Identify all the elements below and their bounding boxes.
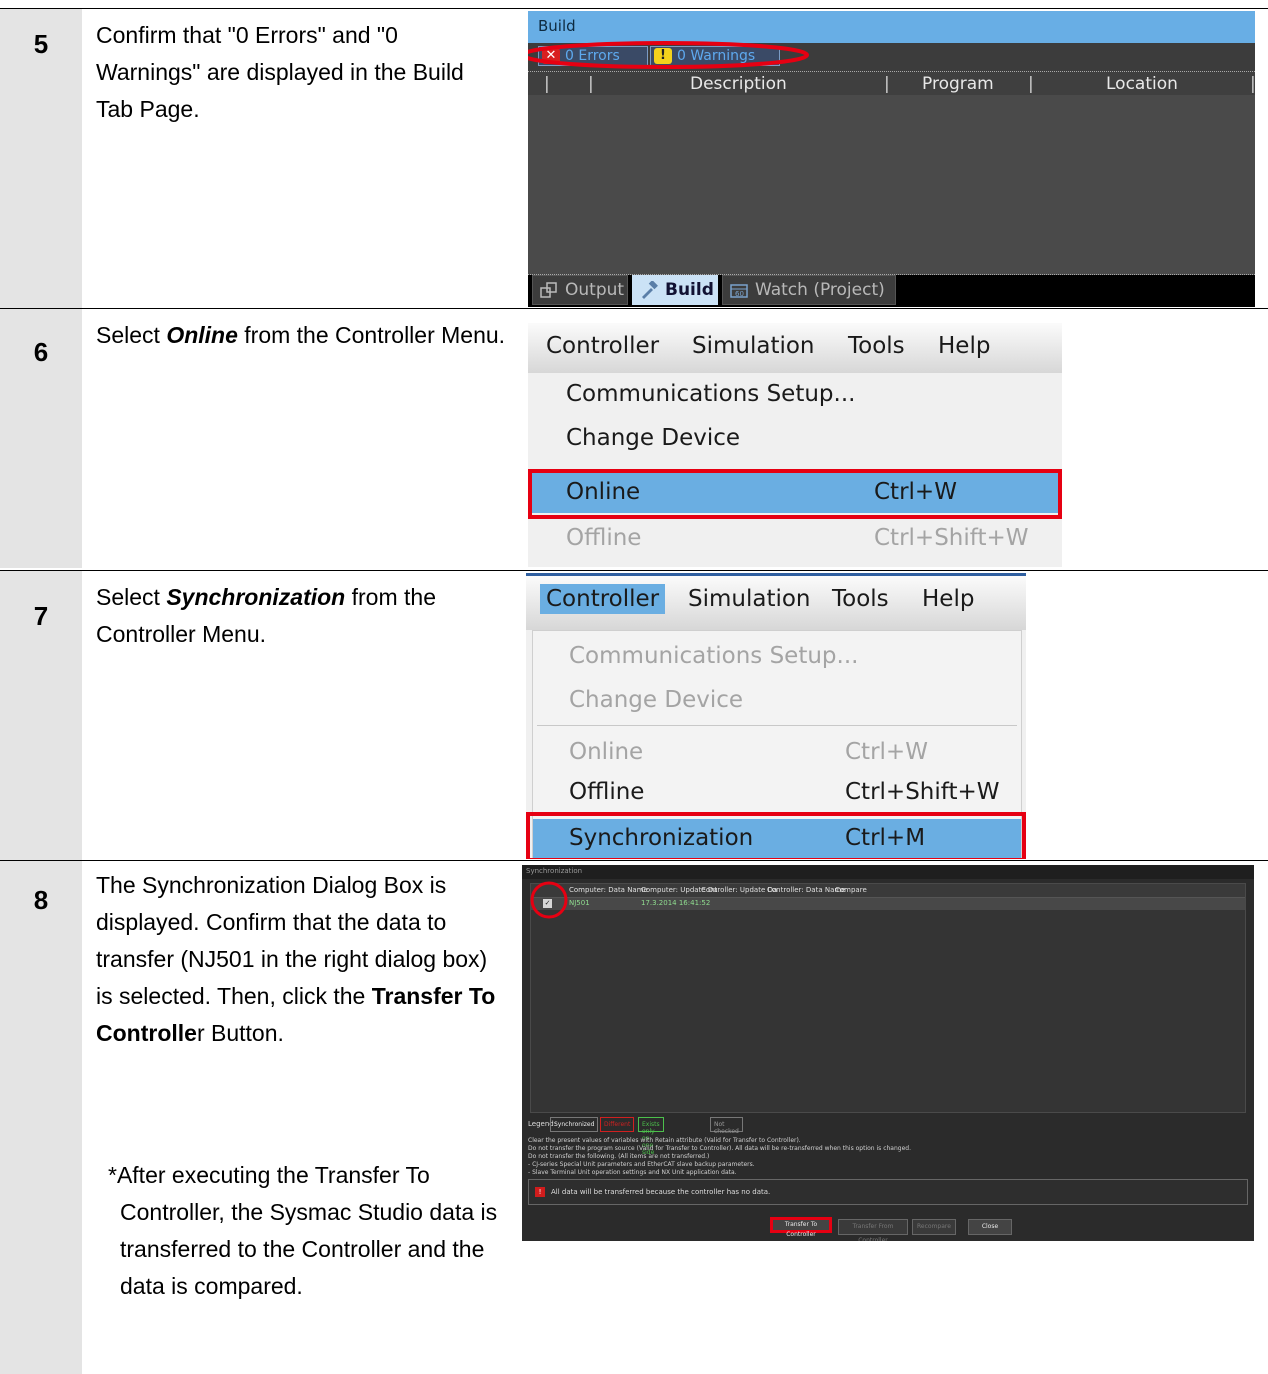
- step-text-emphasis: Synchronization: [166, 584, 346, 610]
- menu-item-online[interactable]: Online Ctrl+W: [533, 733, 1021, 773]
- build-pane-screenshot: Build ✕ 0 Errors ! 0 Warnings | | Descri…: [528, 11, 1255, 307]
- legend-different: Different: [600, 1117, 635, 1132]
- highlight-box: [528, 469, 1062, 519]
- build-results-area: [528, 95, 1255, 275]
- step-number: 7: [33, 601, 49, 631]
- step-text-button-tail: r Button.: [196, 1020, 284, 1046]
- menubar-simulation[interactable]: Simulation: [692, 333, 815, 359]
- menubar-help[interactable]: Help: [938, 333, 990, 359]
- menubar-simulation[interactable]: Simulation: [688, 586, 811, 612]
- step-description: Select Synchronization from the Controll…: [96, 579, 506, 653]
- dialog-title: Synchronization: [522, 865, 1254, 879]
- option-sub-item: - CJ-series Special Unit parameters and …: [528, 1161, 755, 1168]
- highlight-circle: [530, 881, 568, 919]
- highlight-ellipse: [528, 41, 809, 69]
- menu-item-communications-setup[interactable]: Communications Setup...: [528, 375, 1062, 415]
- menu-separator: [537, 725, 1017, 726]
- menubar-controller[interactable]: Controller: [540, 584, 666, 614]
- legend-one-side: Exists only on one side: [638, 1117, 664, 1156]
- highlight-box: [526, 812, 1026, 859]
- step-description: The Synchronization Dialog Box is displa…: [96, 867, 506, 1052]
- row-data-name: NJ501: [569, 899, 590, 907]
- step-row-6: 6 Select Online from the Controller Menu…: [0, 308, 1268, 568]
- step-row-8: 8 The Synchronization Dialog Box is disp…: [0, 860, 1268, 1374]
- transfer-to-controller-button[interactable]: Transfer To Controller: [770, 1217, 832, 1238]
- menu-item-communications-setup[interactable]: Communications Setup...: [533, 637, 1021, 677]
- step-row-7: 7 Select Synchronization from the Contro…: [0, 570, 1268, 860]
- controller-menu-screenshot: Controller Simulation Tools Help Communi…: [528, 323, 1062, 567]
- row-computer-update: 17.3.2014 16:41:52: [641, 899, 711, 907]
- menubar-tools[interactable]: Tools: [848, 333, 905, 359]
- sync-options: Clear the present values of variables wi…: [528, 1137, 1244, 1177]
- build-toolbar: ✕ 0 Errors ! 0 Warnings: [528, 41, 1255, 71]
- build-column-header: | | Description | Program | Location |: [528, 71, 1255, 95]
- table-row[interactable]: ✓ NJ501 17.3.2014 16:41:52: [531, 898, 1245, 910]
- col-compare[interactable]: Compare: [835, 886, 867, 894]
- step-text-emphasis: Online: [166, 322, 238, 348]
- legend-synchronized: Synchronized: [550, 1117, 599, 1132]
- build-pane-title: Build: [528, 11, 1255, 43]
- tab-output-label: Output: [565, 280, 625, 300]
- step-text-after: from the Controller Menu.: [237, 322, 506, 348]
- menu-item-offline[interactable]: Offline Ctrl+Shift+W: [528, 519, 1062, 559]
- hammer-icon: [642, 281, 658, 299]
- step-description: Confirm that "0 Errors" and "0 Warnings"…: [96, 22, 464, 122]
- sync-data-grid: Computer: Data Name Computer: Update Da …: [530, 881, 1246, 1113]
- watch-icon: 60: [730, 284, 748, 298]
- step-note: *After executing the Transfer To Control…: [108, 1162, 498, 1299]
- step-number: 8: [33, 885, 49, 915]
- menu-item-change-device[interactable]: Change Device: [533, 681, 1021, 721]
- step-number: 5: [33, 29, 49, 59]
- step-description: Select Online from the Controller Menu.: [96, 317, 506, 354]
- controller-menu-screenshot: Controller Simulation Tools Help Communi…: [526, 573, 1026, 859]
- column-program[interactable]: Program: [922, 74, 994, 94]
- col-controller-update[interactable]: Controller: Update Da: [701, 886, 777, 894]
- tab-output[interactable]: Output: [532, 275, 628, 305]
- column-description[interactable]: Description: [690, 74, 787, 94]
- step-row-5: 5 Confirm that "0 Errors" and "0 Warning…: [0, 8, 1268, 308]
- menu-item-offline[interactable]: Offline Ctrl+Shift+W: [533, 773, 1021, 813]
- option-no-program-source[interactable]: Do not transfer the program source (Vali…: [528, 1145, 1244, 1153]
- transfer-from-controller-button[interactable]: Transfer From Controller: [838, 1219, 908, 1241]
- tab-watch-project[interactable]: 60 Watch (Project): [722, 275, 896, 305]
- status-message: ! All data will be transferred because t…: [528, 1179, 1248, 1205]
- step-text-before: Select: [96, 584, 167, 610]
- legend-not-checked: Not checked: [710, 1117, 743, 1135]
- step-text-before: Select: [96, 322, 167, 348]
- close-button[interactable]: Close: [968, 1219, 1012, 1235]
- recompare-button[interactable]: Recompare: [912, 1219, 956, 1235]
- tab-build-label: Build: [665, 280, 714, 300]
- tab-build[interactable]: Build: [632, 275, 718, 305]
- grid-header: Computer: Data Name Computer: Update Da …: [531, 884, 1245, 898]
- option-do-not-transfer[interactable]: Do not transfer the following. (All item…: [528, 1153, 1244, 1161]
- tab-watch-label: Watch (Project): [755, 280, 885, 300]
- menu-bar: Controller Simulation Tools Help: [526, 576, 1026, 630]
- warning-icon: !: [535, 1187, 545, 1197]
- col-controller-data-name[interactable]: Controller: Data Name: [767, 886, 845, 894]
- option-sub-item: - Slave Terminal Unit operation settings…: [528, 1169, 737, 1176]
- option-clear-retain[interactable]: Clear the present values of variables wi…: [528, 1137, 1244, 1145]
- menubar-tools[interactable]: Tools: [832, 586, 889, 612]
- column-location[interactable]: Location: [1106, 74, 1178, 94]
- menubar-help[interactable]: Help: [922, 586, 974, 612]
- menubar-controller[interactable]: Controller: [546, 333, 659, 359]
- svg-text:60: 60: [735, 290, 744, 298]
- output-icon: [540, 282, 557, 298]
- menu-bar: Controller Simulation Tools Help: [528, 323, 1062, 373]
- step-number: 6: [33, 337, 49, 367]
- menu-item-change-device[interactable]: Change Device: [528, 419, 1062, 459]
- step-number-column: [0, 861, 82, 1374]
- bottom-tab-strip: Output Build 60 Watch (Project): [528, 275, 1255, 307]
- synchronization-dialog-screenshot: Synchronization Computer: Data Name Comp…: [522, 865, 1254, 1241]
- col-computer-data-name[interactable]: Computer: Data Name: [569, 886, 648, 894]
- status-message-text: All data will be transferred because the…: [551, 1188, 771, 1196]
